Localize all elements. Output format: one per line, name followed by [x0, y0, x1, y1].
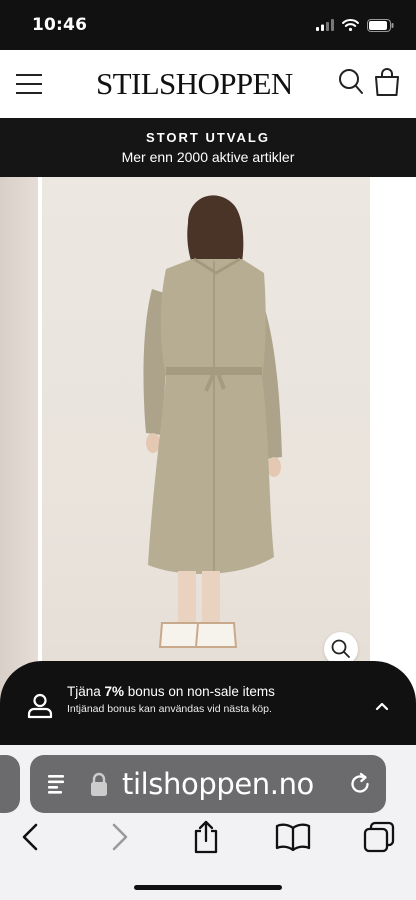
reload-icon[interactable] — [348, 772, 372, 796]
back-icon[interactable] — [20, 822, 40, 852]
chevron-up-icon[interactable] — [375, 701, 389, 711]
site-logo[interactable]: STILSHOPPEN — [96, 66, 293, 102]
previous-tab[interactable] — [0, 755, 20, 813]
promo-banner: STORT UTVALG Mer enn 2000 aktive artikle… — [0, 118, 416, 177]
search-icon[interactable] — [338, 68, 364, 96]
battery-icon — [367, 18, 394, 32]
url-text[interactable]: tilshoppen.no — [122, 767, 314, 801]
signal-icon — [316, 19, 334, 31]
menu-button[interactable] — [14, 70, 44, 98]
bonus-title: Tjäna 7% bonus on non-sale items — [67, 684, 275, 699]
reader-icon[interactable] — [46, 773, 68, 795]
site-header: STILSHOPPEN — [0, 50, 416, 118]
status-icons — [316, 17, 394, 33]
bonus-suffix: bonus on non-sale items — [124, 684, 275, 699]
bonus-prefix: Tjäna — [67, 684, 105, 699]
share-icon[interactable] — [191, 819, 221, 855]
wifi-icon — [342, 19, 359, 31]
user-icon — [27, 693, 53, 719]
lock-icon — [91, 772, 107, 796]
forward-icon[interactable] — [110, 822, 130, 852]
status-bar: 10:46 — [0, 0, 416, 50]
bonus-banner[interactable]: Tjäna 7% bonus on non-sale items Intjäna… — [0, 661, 416, 745]
shopping-bag-icon[interactable] — [374, 68, 400, 96]
address-bar[interactable]: tilshoppen.no — [30, 755, 386, 813]
promo-subtitle: Mer enn 2000 aktive artikler — [121, 149, 295, 165]
bonus-subtitle: Intjänad bonus kan användas vid nästa kö… — [67, 703, 272, 715]
hamburger-menu-icon — [16, 74, 42, 76]
tabs-icon[interactable] — [362, 820, 396, 854]
promo-title: STORT UTVALG — [146, 130, 270, 145]
bonus-percent: 7% — [104, 684, 125, 699]
bookmarks-icon[interactable] — [275, 822, 311, 852]
home-indicator — [134, 885, 282, 890]
status-time: 10:46 — [32, 15, 88, 35]
